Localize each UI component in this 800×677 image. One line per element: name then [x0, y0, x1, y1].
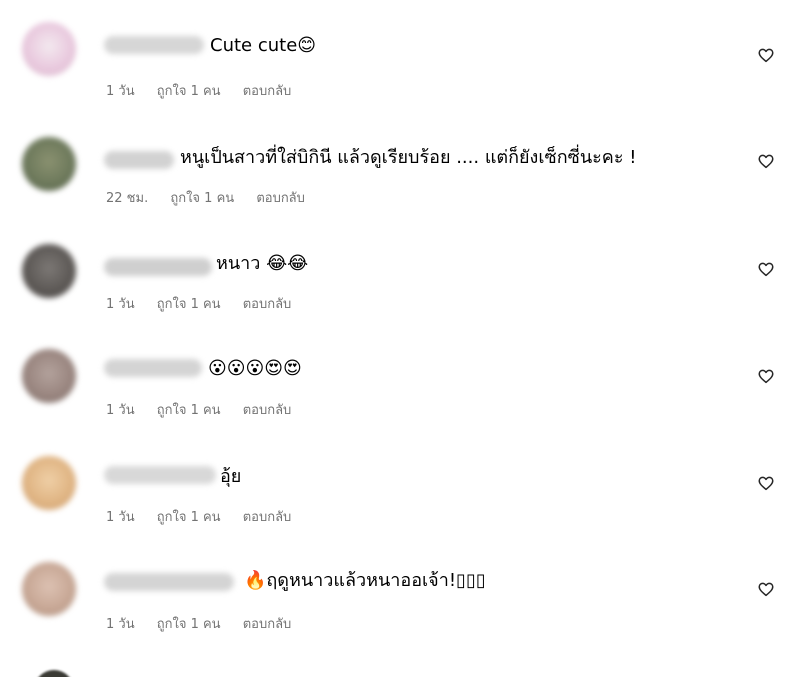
heart-outline-icon[interactable]: [757, 367, 775, 385]
like-count[interactable]: ถูกใจ 1 คน: [157, 84, 221, 99]
comment-meta: 1 วัน ถูกใจ 1 คน ตอบกลับ: [106, 399, 309, 420]
comment-text: หนูเป็นสาวที่ใส่บิกินี แล้วดูเรียบร้อย .…: [180, 147, 637, 168]
comment-item: 🔥ฤดูหนาวแล้วหนาออเจ้า!▯▯▯ 1 วัน ถูกใจ 1 …: [0, 540, 800, 640]
username[interactable]: [104, 359, 202, 377]
avatar[interactable]: [34, 670, 74, 677]
username[interactable]: [104, 258, 212, 276]
comment-meta: 1 วัน ถูกใจ 1 คน ตอบกลับ: [106, 506, 309, 527]
comment-time: 22 ชม.: [106, 191, 149, 206]
heart-outline-icon[interactable]: [757, 46, 775, 64]
heart-outline-icon[interactable]: [757, 152, 775, 170]
comment-item: 😮😮😮😍😍 1 วัน ถูกใจ 1 คน ตอบกลับ: [0, 327, 800, 427]
comment-meta: 1 วัน ถูกใจ 1 คน ตอบกลับ: [106, 293, 309, 314]
comment-time: 1 วัน: [106, 510, 135, 525]
comment-text: Cute cute😊: [210, 35, 317, 56]
avatar[interactable]: [22, 349, 76, 403]
avatar[interactable]: [22, 562, 76, 616]
comment-time: 1 วัน: [106, 84, 135, 99]
avatar[interactable]: [22, 456, 76, 510]
comment-meta: 22 ชม. ถูกใจ 1 คน ตอบกลับ: [106, 187, 323, 208]
reply-button[interactable]: ตอบกลับ: [243, 84, 292, 99]
like-count[interactable]: ถูกใจ 1 คน: [157, 403, 221, 418]
like-count[interactable]: ถูกใจ 1 คน: [157, 297, 221, 312]
heart-outline-icon[interactable]: [757, 580, 775, 598]
heart-outline-icon[interactable]: [757, 260, 775, 278]
like-count[interactable]: ถูกใจ 1 คน: [170, 191, 234, 206]
comment-meta: 1 วัน ถูกใจ 1 คน ตอบกลับ: [106, 613, 309, 634]
reply-button[interactable]: ตอบกลับ: [243, 510, 292, 525]
like-count[interactable]: ถูกใจ 1 คน: [157, 510, 221, 525]
reply-button[interactable]: ตอบกลับ: [256, 191, 305, 206]
like-count[interactable]: ถูกใจ 1 คน: [157, 617, 221, 632]
comment-text: หนาว 😂😂: [216, 253, 309, 274]
reply-button[interactable]: ตอบกลับ: [243, 297, 292, 312]
username[interactable]: [104, 36, 204, 54]
heart-outline-icon[interactable]: [757, 474, 775, 492]
comment-item: Cute cute😊 1 วัน ถูกใจ 1 คน ตอบกลับ: [0, 0, 800, 100]
comment-item: อุ้ย 1 วัน ถูกใจ 1 คน ตอบกลับ: [0, 434, 800, 534]
comment-time: 1 วัน: [106, 297, 135, 312]
comment-text: อุ้ย: [220, 466, 242, 487]
comment-text: 🔥ฤดูหนาวแล้วหนาออเจ้า!▯▯▯: [244, 570, 486, 591]
username[interactable]: [104, 151, 174, 169]
comment-time: 1 วัน: [106, 617, 135, 632]
reply-button[interactable]: ตอบกลับ: [243, 403, 292, 418]
comment-meta: 1 วัน ถูกใจ 1 คน ตอบกลับ: [106, 80, 309, 101]
avatar[interactable]: [22, 22, 76, 76]
avatar[interactable]: [22, 137, 76, 191]
comment-item: หนูเป็นสาวที่ใส่บิกินี แล้วดูเรียบร้อย .…: [0, 115, 800, 215]
comment-item: หนาว 😂😂 1 วัน ถูกใจ 1 คน ตอบกลับ: [0, 222, 800, 322]
username[interactable]: [104, 573, 234, 591]
comment-text: 😮😮😮😍😍: [208, 358, 302, 379]
username[interactable]: [104, 466, 216, 484]
comment-time: 1 วัน: [106, 403, 135, 418]
avatar[interactable]: [22, 244, 76, 298]
reply-button[interactable]: ตอบกลับ: [243, 617, 292, 632]
